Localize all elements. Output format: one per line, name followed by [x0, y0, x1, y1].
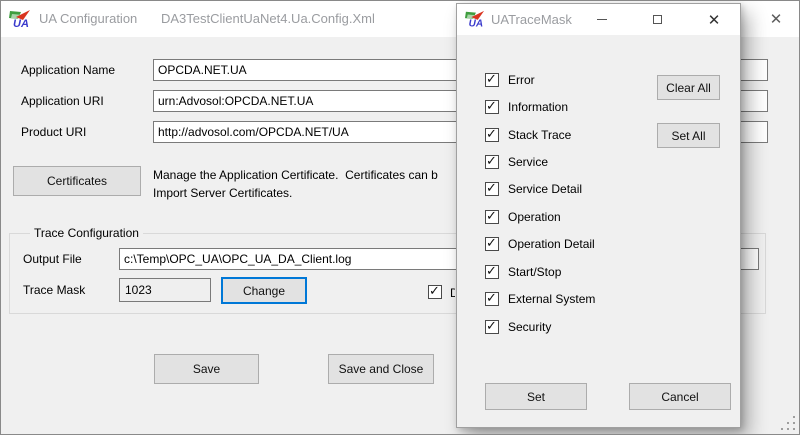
checkbox-security[interactable]: ✓Security [485, 319, 551, 334]
save-button[interactable]: Save [154, 354, 259, 384]
close-icon[interactable]: ✕ [694, 4, 734, 35]
checkbox-service-detail[interactable]: ✓Service Detail [485, 181, 582, 196]
dialog-title: UATraceMask [491, 12, 572, 27]
main-window-file: DA3TestClientUaNet4.Ua.Config.Xml [161, 11, 375, 26]
change-button[interactable]: Change [221, 277, 307, 304]
main-window-title: UA Configuration [39, 11, 137, 26]
uatracemask-dialog: UA UATraceMask ✕ ✓Error ✓Information ✓St… [456, 3, 741, 428]
trace-mask-value: 1023 [119, 278, 211, 302]
dialog-titlebar[interactable]: UA UATraceMask ✕ [457, 4, 740, 35]
minimize-icon[interactable] [582, 4, 622, 35]
output-file-label: Output File [23, 248, 82, 270]
checkmark-icon: ✓ [429, 284, 440, 298]
product-uri-label: Product URI [21, 121, 86, 143]
certificates-description-line2: Import Server Certificates. [153, 186, 456, 200]
svg-text:UA: UA [13, 18, 29, 30]
ua-configuration-window: UA UA Configuration DA3TestClientUaNet4.… [0, 0, 800, 435]
checkbox-operation[interactable]: ✓Operation [485, 209, 561, 224]
trace-configuration-title: Trace Configuration [30, 226, 143, 240]
certificates-description-line1: Manage the Application Certificate. Cert… [153, 168, 456, 182]
certificates-button[interactable]: Certificates [13, 166, 141, 196]
checkbox-service[interactable]: ✓Service [485, 154, 548, 169]
cancel-button[interactable]: Cancel [629, 383, 731, 410]
checkbox-external-system[interactable]: ✓External System [485, 291, 595, 306]
set-button[interactable]: Set [485, 383, 587, 410]
ua-logo-icon: UA [465, 9, 485, 29]
checkbox-start-stop[interactable]: ✓Start/Stop [485, 264, 561, 279]
set-all-button[interactable]: Set All [657, 123, 720, 148]
main-close-icon[interactable]: ✕ [753, 1, 799, 37]
svg-text:UA: UA [469, 18, 483, 29]
trace-mask-label: Trace Mask [23, 279, 85, 301]
save-and-close-button[interactable]: Save and Close [328, 354, 434, 384]
checkbox-information[interactable]: ✓Information [485, 99, 568, 114]
checkbox-error[interactable]: ✓Error [485, 72, 535, 87]
clear-all-button[interactable]: Clear All [657, 75, 720, 100]
application-uri-label: Application URI [21, 90, 104, 112]
maximize-icon[interactable] [637, 4, 677, 35]
application-name-label: Application Name [21, 59, 115, 81]
checkbox-stack-trace[interactable]: ✓Stack Trace [485, 127, 571, 142]
main-partial-checkbox-label: D [450, 286, 455, 301]
resize-grip-icon[interactable] [781, 416, 796, 431]
checkbox-operation-detail[interactable]: ✓Operation Detail [485, 236, 595, 251]
ua-logo-icon: UA [9, 8, 31, 30]
main-partial-checkbox[interactable]: ✓ [428, 285, 442, 299]
